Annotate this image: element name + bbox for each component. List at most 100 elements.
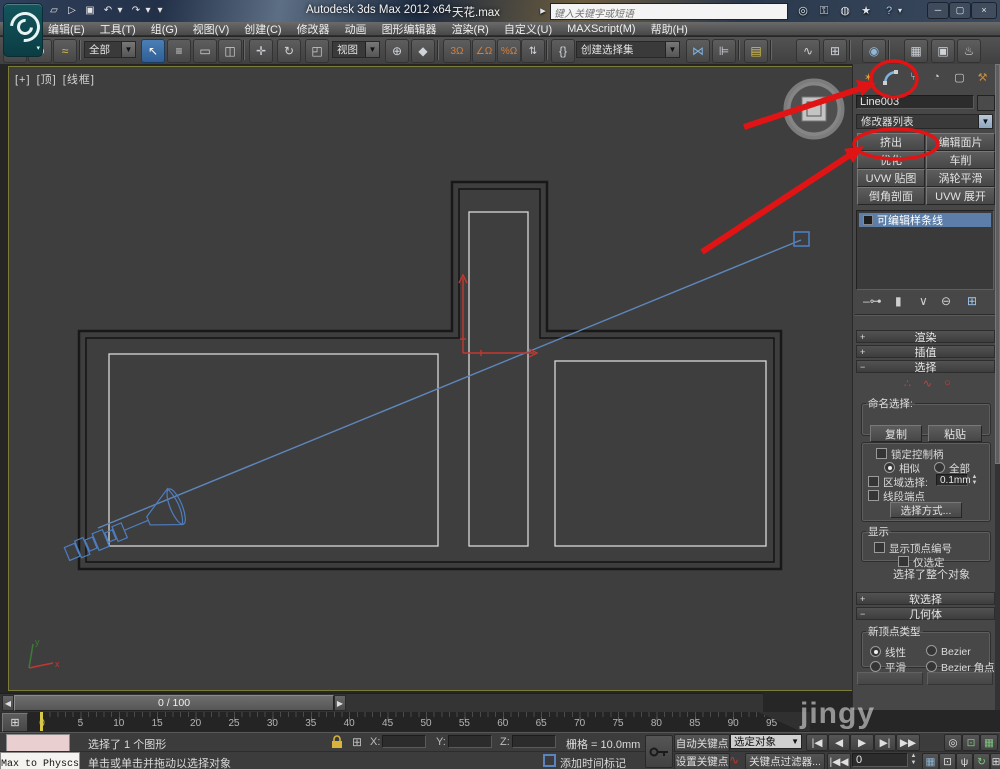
select-by-name-icon[interactable]: ≡ [167,39,191,63]
show-end-result-icon[interactable]: ▮ [895,294,902,308]
vertex-subobject-icon[interactable]: ∴ [899,377,916,391]
help-dropdown-icon[interactable]: ▾ [896,3,904,19]
rollout-interpolation[interactable]: + 插值 [856,345,995,359]
communication-center-icon[interactable]: ◍ [836,3,854,19]
radio-icon[interactable] [870,646,881,657]
maxscript-mini-listener[interactable]: Max to Physcs ( [0,752,80,769]
dropdown-arrow-icon[interactable]: ▼ [665,42,679,57]
menu-rendering[interactable]: 渲染(R) [452,21,489,37]
selection-filter-dropdown[interactable]: 全部 ▼ [84,41,136,58]
save-file-icon[interactable]: ▣ [82,4,98,18]
lock-handles-checkbox[interactable]: 锁定控制柄 [876,447,944,462]
menu-customize[interactable]: 自定义(U) [504,21,552,37]
modifier-button-edit-patch[interactable]: 编辑面片 [926,133,995,151]
zoom-region-icon[interactable]: ⊡ [939,753,956,769]
radio-icon[interactable] [926,661,937,672]
current-frame-marker[interactable] [40,712,43,731]
search-collapse-icon[interactable]: ▸ [538,3,548,19]
area-selection-checkbox[interactable]: 区域选择: [868,475,928,490]
time-tag-icon[interactable] [543,754,556,767]
render-production-icon[interactable]: ♨ [957,39,981,63]
menu-modifiers[interactable]: 修改器 [297,21,330,37]
quick-access-more-icon[interactable]: ▾ [156,4,164,18]
menu-animation[interactable]: 动画 [345,21,367,37]
play-animation-icon[interactable]: ▶ [850,734,874,751]
checkbox-icon[interactable] [876,448,887,459]
key-filter-scope-dropdown[interactable]: 选定对象 ▼ [730,734,802,749]
undo-dropdown-icon[interactable]: ▾ [116,4,124,18]
selection-lock-icon[interactable] [330,735,344,749]
object-color-swatch[interactable] [977,95,995,111]
open-mini-curve-editor-icon[interactable]: ⊞ [2,713,28,732]
time-slider-track[interactable]: ◀ 0 / 100 ▶ [0,693,763,713]
make-unique-icon[interactable]: ∨ [919,294,928,308]
spinner-snap-icon[interactable]: ⇅ [521,39,545,63]
tab-modify-icon[interactable] [881,68,900,86]
object-name-field[interactable]: Line003 [856,95,974,109]
tab-display-icon[interactable]: ▢ [950,68,969,86]
key-filters-button[interactable]: 关键点过滤器... [745,753,825,769]
rollout-geometry[interactable]: − 几何体 [856,607,995,621]
segment-subobject-icon[interactable]: ∿ [919,377,936,391]
menu-group[interactable]: 组(G) [151,21,178,37]
zoom-extents-all-icon[interactable]: ⊡ [962,734,980,751]
y-coordinate-field[interactable] [448,735,492,748]
maximize-button[interactable]: ▢ [949,2,971,19]
tab-utilities-icon[interactable]: ⚒ [973,68,992,86]
track-bar[interactable]: ⊞ 0 5 10 15 20 25 30 35 40 45 50 55 60 6… [0,712,810,732]
snaps-toggle-icon[interactable]: 3Ω [443,39,471,63]
viewport-top[interactable]: [+] [顶] [线框] x y [8,66,853,691]
modifier-button-uvw-unwrap[interactable]: UVW 展开 [926,187,995,205]
next-frame-icon[interactable]: ▶| [874,734,896,751]
align-icon[interactable]: ⊫ [712,39,736,63]
select-and-manipulate-icon[interactable]: ◆ [411,39,435,63]
panel-scrollbar-thumb[interactable] [995,64,1000,464]
paste-button[interactable]: 粘贴 [928,425,982,442]
tab-hierarchy-icon[interactable]: ⑂ [904,68,923,86]
spline-subobject-icon[interactable]: ○ [939,377,956,391]
add-time-tag[interactable]: 添加时间标记 [560,755,626,769]
modifier-stack[interactable]: 可编辑样条线 [856,210,994,290]
zoom-extents-icon[interactable]: ◎ [944,734,962,751]
frame-spinner-icon[interactable]: ▲ ▼ [909,753,918,767]
search-icon[interactable]: ◎ [794,3,812,19]
previous-frame-icon[interactable]: ◀ [828,734,850,751]
attach-button-cutoff[interactable] [927,672,993,685]
pan-hand-icon[interactable]: ψ [956,753,973,769]
checkbox-icon[interactable] [868,476,879,487]
angle-snap-icon[interactable]: ∠Ω [472,39,496,63]
bind-to-spacewarp-icon[interactable]: ≈ [53,39,77,63]
select-and-scale-icon[interactable]: ◰ [305,39,329,63]
tab-create-icon[interactable]: ✶ [859,68,878,86]
redo-icon[interactable]: ↷ [128,4,144,18]
configure-modifier-sets-icon[interactable]: ⊞ [967,294,977,308]
subscription-icon[interactable]: ⚿ [815,3,833,19]
alike-radio[interactable]: 相似 [884,461,920,476]
menu-tools[interactable]: 工具(T) [100,21,136,37]
track-bar-ruler[interactable]: 0 5 10 15 20 25 30 35 40 45 50 55 60 65 … [28,712,800,731]
time-slider-next-icon[interactable]: ▶ [334,695,346,711]
area-threshold-field[interactable]: 0.1mm [936,474,971,486]
radio-icon[interactable] [926,645,937,656]
menu-create[interactable]: 创建(C) [244,21,281,37]
menu-help[interactable]: 帮助(H) [651,21,688,37]
mirror-icon[interactable]: ⋈ [686,39,710,63]
curve-editor-icon[interactable]: ∿ [796,39,820,63]
window-crossing-icon[interactable]: ◫ [218,39,242,63]
tab-motion-icon[interactable]: ◔ [927,68,946,86]
remove-modifier-icon[interactable]: ⊖ [941,294,951,308]
panel-scrollbar[interactable] [995,64,1000,710]
favorites-star-icon[interactable]: ★ [857,3,875,19]
checkbox-icon[interactable] [868,490,879,501]
dropdown-arrow-icon[interactable]: ▼ [978,115,992,128]
close-button[interactable]: × [971,2,997,19]
rollout-selection[interactable]: − 选择 [856,360,995,374]
go-to-end-icon[interactable]: ▶▶ [896,734,920,751]
create-line-button-cutoff[interactable] [857,672,923,685]
select-by-button[interactable]: 选择方式... [890,502,962,518]
infocenter-search[interactable] [550,3,788,22]
key-curve-icon[interactable]: ∿ [729,753,739,767]
zoom-extents-selected-icon[interactable]: ▦ [980,734,998,751]
modifier-button-extrude[interactable]: 挤出 [857,133,925,151]
schematic-view-icon[interactable]: ⊞ [823,39,847,63]
